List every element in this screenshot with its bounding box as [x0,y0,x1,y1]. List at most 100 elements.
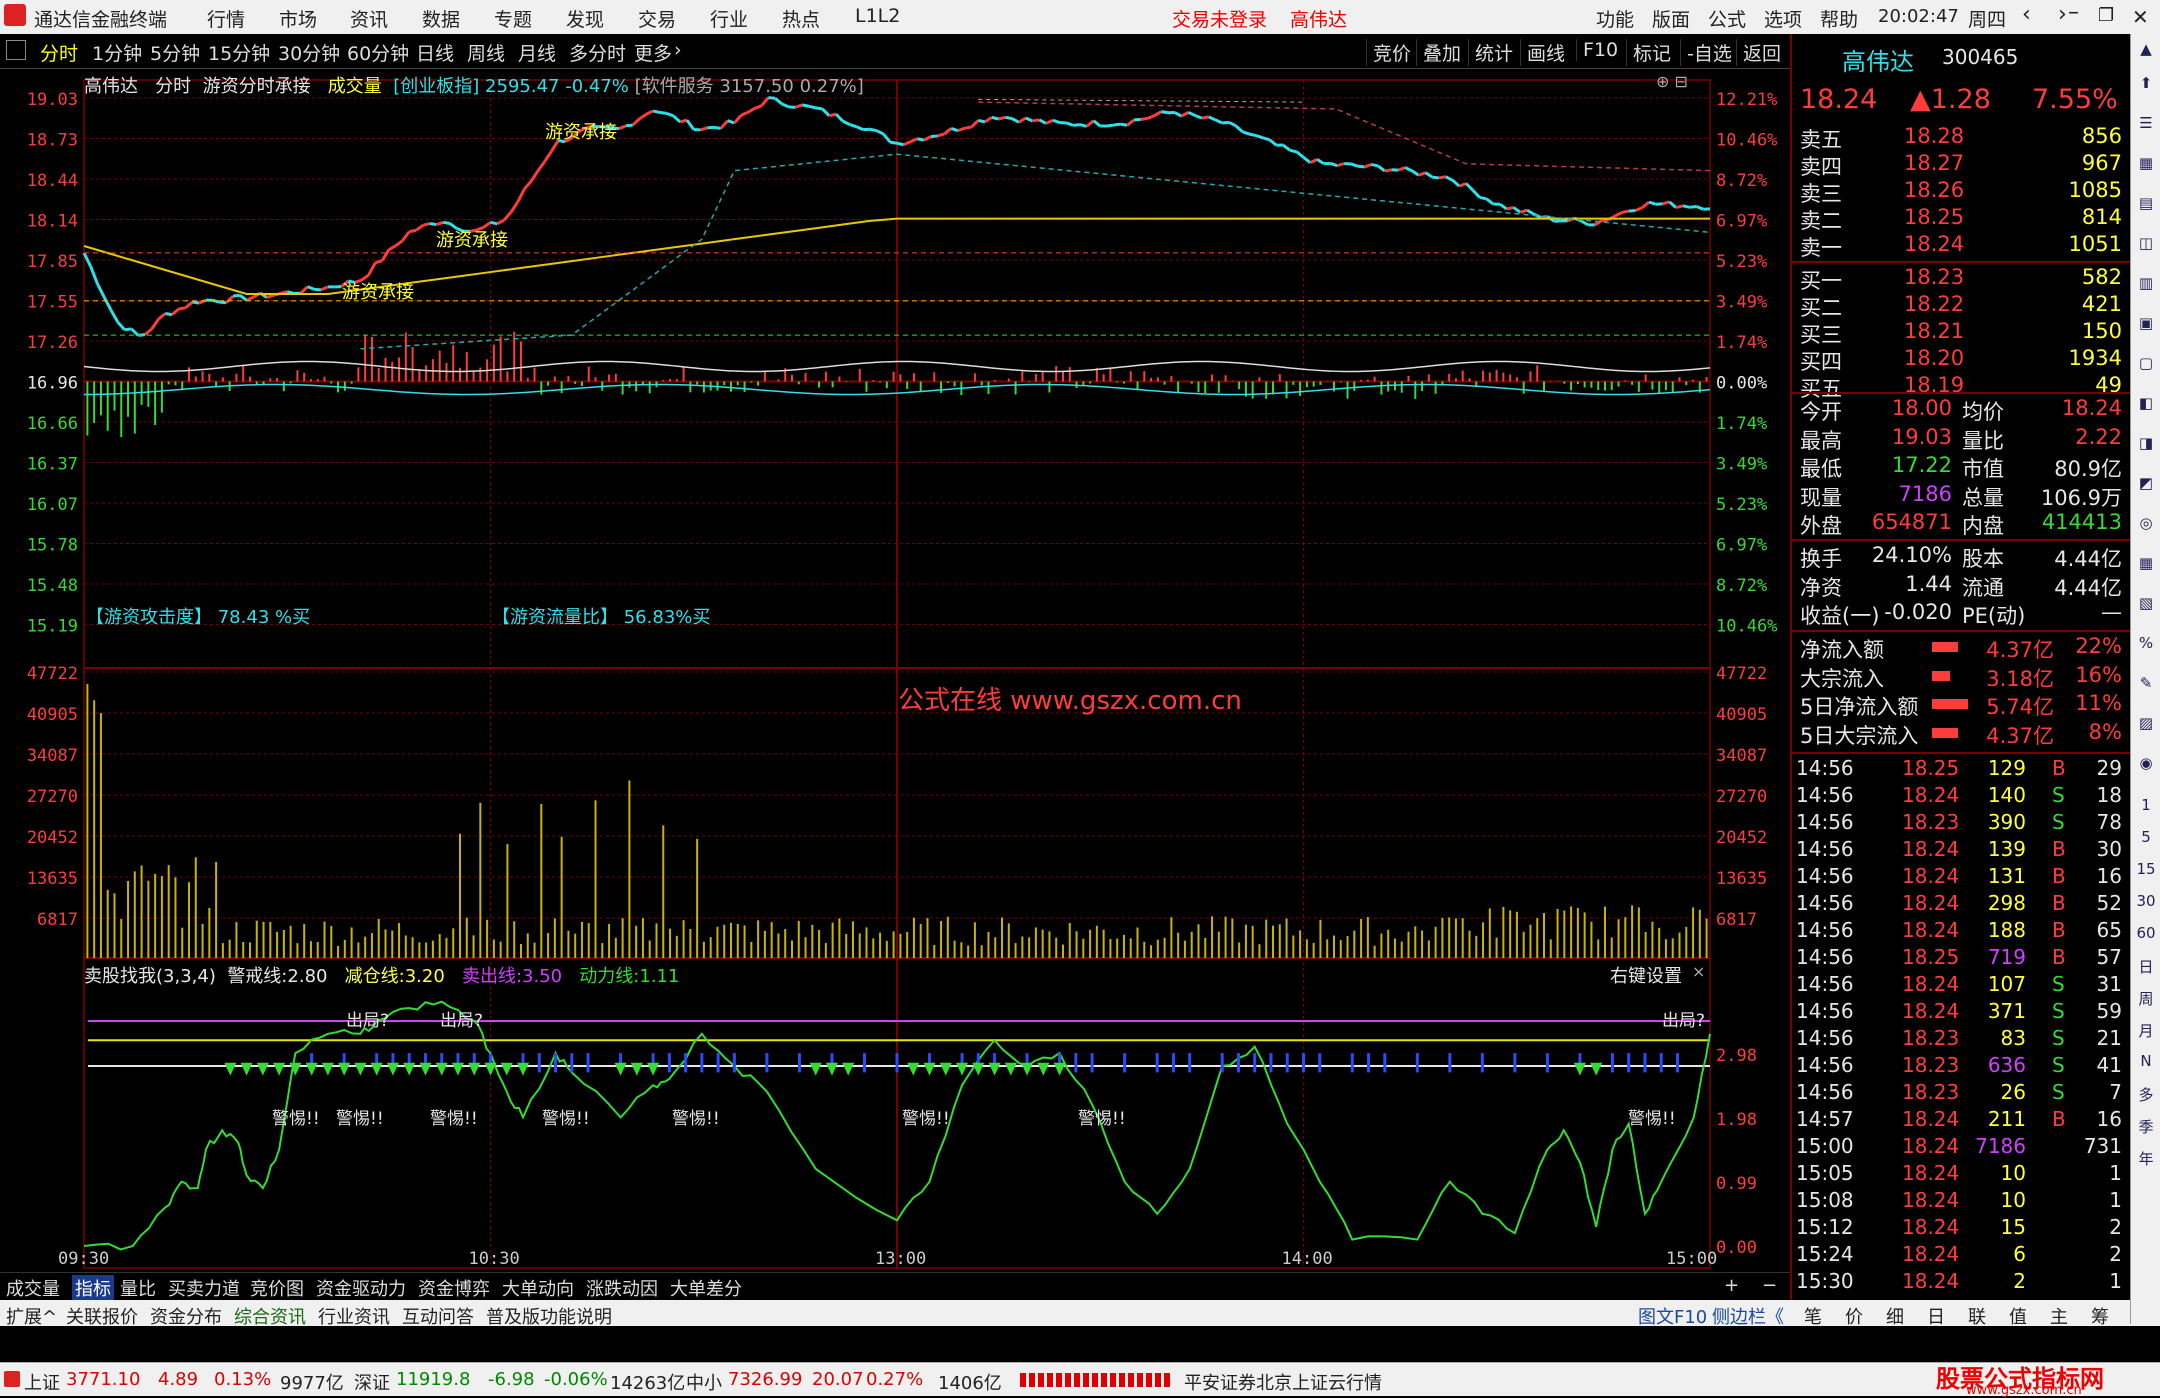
tool-f10[interactable]: F10 [1576,39,1618,61]
bid-row[interactable]: 买一 18.23 582 [1792,265,2122,292]
sidebar-pct-icon[interactable]: % [2133,634,2159,652]
menu-item-market[interactable]: 市场 [279,5,317,32]
sidebar-tf-week[interactable]: 周 [2133,988,2159,1009]
broker-name[interactable]: 平安证券北京上证云行情 [1184,1369,1382,1395]
right-click-setting[interactable]: 右键设置 [1610,962,1682,988]
ask-row[interactable]: 卖四 18.27 967 [1792,151,2122,178]
sidebar-tf-15[interactable]: 15 [2133,860,2159,878]
menu-item-options[interactable]: 选项 [1764,5,1802,32]
ask-row[interactable]: 卖五 18.28 856 [1792,124,2122,151]
ask-row[interactable]: 卖一 18.24 1051 [1792,232,2122,259]
tool-draw[interactable]: 画线 [1520,39,1565,66]
tab-volume-ratio[interactable]: 量比 [120,1275,156,1301]
sidebar-sync-icon[interactable]: ◉ [2133,754,2159,772]
restore-icon[interactable]: ❐ [2098,5,2114,26]
sidebar-circle-icon[interactable]: ◎ [2133,514,2159,532]
menu-item-news[interactable]: 资讯 [350,5,388,32]
tab-fund-drive[interactable]: 资金驱动力 [316,1275,406,1301]
sidebar-tf-day[interactable]: 日 [2133,956,2159,977]
tf-5min[interactable]: 5分钟 [150,39,200,66]
sidebar-pen-icon[interactable]: ✎ [2133,674,2159,692]
sidebar-up-icon[interactable]: ▲ [2133,40,2159,58]
sidebar-tf-1[interactable]: 1 [2133,796,2159,814]
trade-login-status[interactable]: 交易未登录 [1172,5,1267,32]
tool-back[interactable]: 返回 [1736,39,1781,66]
sidebar-trend-icon[interactable]: ◫ [2133,234,2159,252]
intraday-chart[interactable]: 19.0312.21%18.7310.46%18.448.72%18.146.9… [0,68,1790,1272]
menu-item-topic[interactable]: 专题 [494,5,532,32]
chart-expand-icon[interactable]: ⊕ ⊟ [1656,72,1688,91]
sidebar-tf-30[interactable]: 30 [2133,892,2159,910]
bid-row[interactable]: 买三 18.21 150 [1792,319,2122,346]
minimize-icon[interactable]: – [2068,0,2079,25]
sidebar-tf-multi[interactable]: 多 [2133,1084,2159,1105]
menu-item-hot[interactable]: 热点 [782,5,820,32]
tab-big-order-diff[interactable]: 大单差分 [670,1275,742,1301]
sidebar-grid-icon[interactable]: ▦ [2133,554,2159,572]
tool-auction[interactable]: 竞价 [1366,39,1411,66]
chevron-right-icon[interactable]: › [674,39,682,61]
tf-30min[interactable]: 30分钟 [278,39,340,66]
sh-label[interactable]: 上证 [24,1369,60,1395]
tab-buysell-power[interactable]: 买卖力道 [168,1275,240,1301]
menu-item-quote[interactable]: 行情 [207,5,245,32]
sidebar-tf-season[interactable]: 季 [2133,1116,2159,1137]
sidebar-fund-icon[interactable]: ◩ [2133,474,2159,492]
tab-rise-fall-cause[interactable]: 涨跌动因 [586,1275,658,1301]
tf-multi[interactable]: 多分时 [569,39,626,66]
indicator-close-icon[interactable]: × [1692,962,1705,981]
sidebar-fs-icon[interactable]: ▨ [2133,714,2159,732]
ask-row[interactable]: 卖二 18.25 814 [1792,205,2122,232]
tf-15min[interactable]: 15分钟 [208,39,270,66]
sidebar-ft-icon[interactable]: ◧ [2133,394,2159,412]
menu-item-discover[interactable]: 发现 [566,5,604,32]
sidebar-tf-60[interactable]: 60 [2133,924,2159,942]
zx-label[interactable]: 中小 [686,1369,722,1395]
tf-more[interactable]: 更多 [634,39,672,66]
sidebar-kline-icon[interactable]: ▤ [2133,194,2159,212]
menu-item-l1l2[interactable]: L1L2 [855,5,900,27]
add-tab-icon[interactable]: + [1724,1275,1739,1296]
tab-big-order-trend[interactable]: 大单动向 [502,1275,574,1301]
close-icon[interactable]: ✕ [2132,5,2149,29]
tab-fund-game[interactable]: 资金博弈 [418,1275,490,1301]
sidebar-tf-5[interactable]: 5 [2133,828,2159,846]
tf-weekly[interactable]: 周线 [467,39,505,66]
tab-auction-chart[interactable]: 竞价图 [250,1275,304,1301]
tab-volume[interactable]: 成交量 [6,1275,60,1301]
menu-item-formula[interactable]: 公式 [1708,5,1746,32]
remove-tab-icon[interactable]: − [1762,1275,1777,1296]
tool-overlay[interactable]: 叠加 [1416,39,1461,66]
tf-monthly[interactable]: 月线 [518,39,556,66]
sidebar-chart-icon[interactable]: ▦ [2133,154,2159,172]
sidebar-list-icon[interactable]: ☰ [2133,114,2159,132]
sidebar-tf-year[interactable]: 年 [2133,1148,2159,1169]
ask-row[interactable]: 卖三 18.26 1085 [1792,178,2122,205]
tf-intraday[interactable]: 分时 [40,39,78,66]
tool-stats[interactable]: 统计 [1468,39,1513,66]
bid-row[interactable]: 买四 18.20 1934 [1792,346,2122,373]
sidebar-news-icon[interactable]: ▣ [2133,314,2159,332]
menu-item-function[interactable]: 功能 [1596,5,1634,32]
sidebar-toolbar-icon[interactable]: ⬆ [2133,74,2159,92]
menu-item-layout[interactable]: 版面 [1652,5,1690,32]
sidebar-tf-month[interactable]: 月 [2133,1020,2159,1041]
sidebar-bar-icon[interactable]: ▧ [2133,594,2159,612]
menu-item-trade[interactable]: 交易 [638,5,676,32]
sidebar-ft2-icon[interactable]: ◨ [2133,434,2159,452]
tab-indicator[interactable]: 指标 [72,1275,114,1301]
tool-mark[interactable]: 标记 [1626,39,1671,66]
sidebar-candle-icon[interactable]: ▥ [2133,274,2159,292]
sidebar-tf-n[interactable]: N [2133,1052,2159,1070]
bid-row[interactable]: 买二 18.22 421 [1792,292,2122,319]
back-arrow-icon[interactable]: ‹ [2022,2,2031,27]
tf-1min[interactable]: 1分钟 [92,39,142,66]
forward-arrow-icon[interactable]: › [2058,2,2067,27]
tf-60min[interactable]: 60分钟 [347,39,409,66]
menu-item-industry[interactable]: 行业 [710,5,748,32]
tool-watchlist[interactable]: -自选 [1680,39,1732,66]
sidebar-fin-icon[interactable]: ▢ [2133,354,2159,372]
panel-toggle-icon[interactable] [6,40,26,60]
menu-item-help[interactable]: 帮助 [1820,5,1858,32]
tf-daily[interactable]: 日线 [416,39,454,66]
